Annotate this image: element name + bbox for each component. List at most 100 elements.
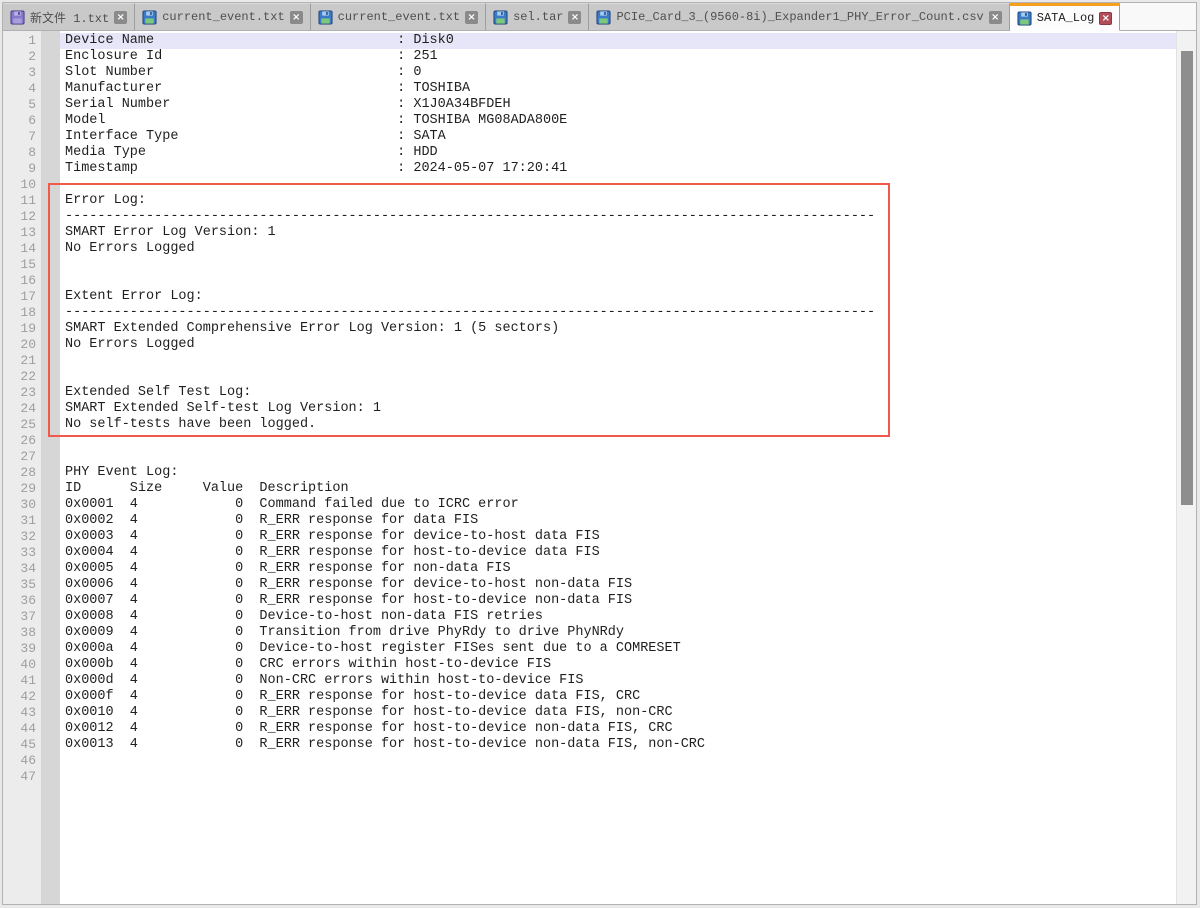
editor-line: Model : TOSHIBA MG08ADA800E — [60, 113, 1176, 129]
floppy-blue-icon — [318, 10, 333, 25]
floppy-blue-icon — [596, 10, 611, 25]
line-number: 45 — [3, 737, 41, 753]
line-number: 34 — [3, 561, 41, 577]
editor-line: 0x000b 4 0 CRC errors within host-to-dev… — [60, 657, 1176, 673]
editor-line: Slot Number : 0 — [60, 65, 1176, 81]
floppy-blue-icon — [142, 10, 157, 25]
editor: 1234567891011121314151617181920212223242… — [3, 31, 1196, 905]
line-number: 20 — [3, 337, 41, 353]
line-number: 32 — [3, 529, 41, 545]
editor-line: PHY Event Log: — [60, 465, 1176, 481]
editor-line — [60, 753, 1176, 769]
line-number: 28 — [3, 465, 41, 481]
text-area[interactable]: Device Name : Disk0Enclosure Id : 251Slo… — [60, 31, 1176, 905]
editor-line — [60, 449, 1176, 465]
line-number: 31 — [3, 513, 41, 529]
line-number: 17 — [3, 289, 41, 305]
line-number: 21 — [3, 353, 41, 369]
line-number: 26 — [3, 433, 41, 449]
line-number: 18 — [3, 305, 41, 321]
editor-line: SMART Extended Comprehensive Error Log V… — [60, 321, 1176, 337]
editor-line: 0x0003 4 0 R_ERR response for device-to-… — [60, 529, 1176, 545]
editor-line: Interface Type : SATA — [60, 129, 1176, 145]
tab-label: SATA_Log — [1037, 11, 1095, 25]
tab-pcie-card-3-9560-8i-expander1-phy-error-count-csv[interactable]: PCIe_Card_3_(9560-8i)_Expander1_PHY_Erro… — [589, 3, 1009, 30]
line-number: 25 — [3, 417, 41, 433]
editor-line — [60, 273, 1176, 289]
line-number: 27 — [3, 449, 41, 465]
tab-sel-tar[interactable]: sel.tar × — [486, 3, 589, 30]
editor-line: ----------------------------------------… — [60, 209, 1176, 225]
tab-current-event-txt[interactable]: current_event.txt × — [135, 3, 310, 30]
editor-line: No Errors Logged — [60, 241, 1176, 257]
editor-line: 0x0005 4 0 R_ERR response for non-data F… — [60, 561, 1176, 577]
editor-line: Manufacturer : TOSHIBA — [60, 81, 1176, 97]
editor-line: 0x0001 4 0 Command failed due to ICRC er… — [60, 497, 1176, 513]
editor-line: Device Name : Disk0 — [60, 33, 1176, 49]
line-number: 4 — [3, 81, 41, 97]
close-icon[interactable]: × — [465, 11, 478, 24]
fold-margin — [41, 31, 60, 905]
line-number: 35 — [3, 577, 41, 593]
tab-label: current_event.txt — [162, 10, 284, 24]
editor-line: No self-tests have been logged. — [60, 417, 1176, 433]
close-icon[interactable]: × — [989, 11, 1002, 24]
editor-line — [60, 177, 1176, 193]
tab-label: PCIe_Card_3_(9560-8i)_Expander1_PHY_Erro… — [616, 10, 983, 24]
line-number: 14 — [3, 241, 41, 257]
close-icon[interactable]: × — [1099, 12, 1112, 25]
line-number: 42 — [3, 689, 41, 705]
close-icon[interactable]: × — [290, 11, 303, 24]
editor-line: 0x0006 4 0 R_ERR response for device-to-… — [60, 577, 1176, 593]
line-number: 13 — [3, 225, 41, 241]
line-number-gutter: 1234567891011121314151617181920212223242… — [3, 31, 41, 905]
line-number: 33 — [3, 545, 41, 561]
line-number: 16 — [3, 273, 41, 289]
line-number: 38 — [3, 625, 41, 641]
editor-line: ID Size Value Description — [60, 481, 1176, 497]
line-number: 40 — [3, 657, 41, 673]
editor-line — [60, 369, 1176, 385]
app-window: 新文件 1.txt×current_event.txt×current_even… — [2, 2, 1197, 905]
line-number: 23 — [3, 385, 41, 401]
tab-label: sel.tar — [513, 10, 563, 24]
line-number: 44 — [3, 721, 41, 737]
editor-line: Serial Number : X1J0A34BFDEH — [60, 97, 1176, 113]
tab-1-txt[interactable]: 新文件 1.txt × — [3, 3, 135, 30]
editor-line: 0x000a 4 0 Device-to-host register FISes… — [60, 641, 1176, 657]
editor-line: 0x0002 4 0 R_ERR response for data FIS — [60, 513, 1176, 529]
editor-line: SMART Error Log Version: 1 — [60, 225, 1176, 241]
tab-current-event-txt[interactable]: current_event.txt × — [311, 3, 486, 30]
line-number: 8 — [3, 145, 41, 161]
line-number: 30 — [3, 497, 41, 513]
line-number: 36 — [3, 593, 41, 609]
line-number: 15 — [3, 257, 41, 273]
line-number: 1 — [3, 33, 41, 49]
editor-line — [60, 353, 1176, 369]
line-number: 2 — [3, 49, 41, 65]
editor-line: Extent Error Log: — [60, 289, 1176, 305]
close-icon[interactable]: × — [568, 11, 581, 24]
editor-line: 0x0009 4 0 Transition from drive PhyRdy … — [60, 625, 1176, 641]
tab-sata-log[interactable]: SATA_Log × — [1010, 3, 1121, 31]
close-icon[interactable]: × — [114, 11, 127, 24]
editor-line: Media Type : HDD — [60, 145, 1176, 161]
editor-line: Timestamp : 2024-05-07 17:20:41 — [60, 161, 1176, 177]
tab-bar: 新文件 1.txt×current_event.txt×current_even… — [3, 3, 1196, 31]
editor-line: 0x0004 4 0 R_ERR response for host-to-de… — [60, 545, 1176, 561]
editor-line: Error Log: — [60, 193, 1176, 209]
line-number: 12 — [3, 209, 41, 225]
tab-bar-filler — [1120, 3, 1196, 30]
tab-label: 新文件 1.txt — [30, 9, 109, 26]
vertical-scrollbar[interactable] — [1176, 31, 1196, 905]
editor-line: 0x0013 4 0 R_ERR response for host-to-de… — [60, 737, 1176, 753]
line-number: 41 — [3, 673, 41, 689]
editor-line: Extended Self Test Log: — [60, 385, 1176, 401]
line-number: 11 — [3, 193, 41, 209]
line-number: 37 — [3, 609, 41, 625]
scrollbar-thumb[interactable] — [1181, 51, 1193, 505]
tab-label: current_event.txt — [338, 10, 460, 24]
floppy-purple-icon — [10, 10, 25, 25]
editor-line — [60, 433, 1176, 449]
line-number: 7 — [3, 129, 41, 145]
